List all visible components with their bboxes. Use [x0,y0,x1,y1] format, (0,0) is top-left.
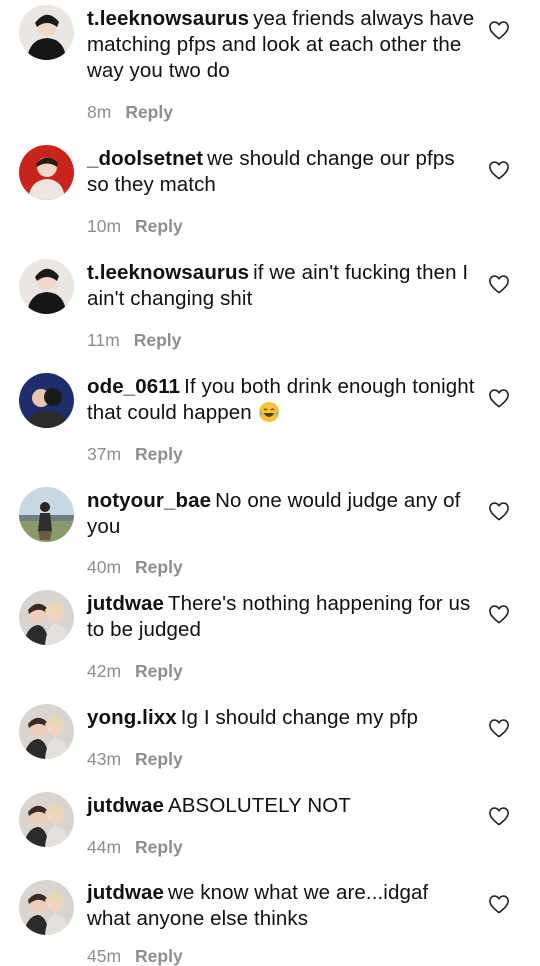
comment-username[interactable]: jutdwae [87,881,164,904]
reply-button[interactable]: Reply [125,102,173,122]
comment-meta: 43m Reply [87,749,183,769]
comment-text-block: t.leeknowsaurus if we ain't fucking then … [87,260,475,312]
comment-text-block: jutdwae There's nothing happening for us … [87,591,475,643]
heart-outline-icon[interactable] [488,20,510,40]
heart-outline-icon[interactable] [488,806,510,826]
reply-button[interactable]: Reply [135,661,183,681]
comment-username[interactable]: ode_0611 [87,375,180,398]
comment-time: 40m [87,557,122,577]
reply-button[interactable]: Reply [134,330,182,350]
comment-username[interactable]: yong.lixx [87,706,177,729]
comment-time: 8m [87,102,112,122]
reply-button[interactable]: Reply [135,837,183,857]
comment-username[interactable]: t.leeknowsaurus [87,261,249,284]
avatar[interactable] [19,704,74,759]
heart-outline-icon[interactable] [488,894,510,914]
comment-username[interactable]: _doolsetnet [87,147,203,170]
comment-time: 44m [87,837,122,857]
comment-text-block: jutdwae ABSOLUTELY NOT [87,793,475,819]
comment-text-block: t.leeknowsaurus yea friends always have m… [87,6,475,84]
comment-username[interactable]: jutdwae [87,592,164,615]
heart-outline-icon[interactable] [488,274,510,294]
comment-text-block: yong.lixx Ig I should change my pfp [87,705,475,731]
comment-meta: 37m Reply [87,444,183,464]
comment-text-block: ode_0611 If you both drink enough tonight… [87,374,475,426]
comment-time: 10m [87,216,122,236]
reply-button[interactable]: Reply [135,444,183,464]
comment-meta: 42m Reply [87,661,183,681]
comment-time: 37m [87,444,122,464]
comment-username[interactable]: jutdwae [87,794,164,817]
comment-meta: 45m Reply [87,946,183,966]
comment-meta: 11m Reply [87,330,181,350]
heart-outline-icon[interactable] [488,388,510,408]
comment-time: 43m [87,749,122,769]
comment-text-block: jutdwae we know what we are...idgaf what … [87,880,475,932]
reply-button[interactable]: Reply [135,749,183,769]
avatar[interactable] [19,880,74,935]
comment-meta: 40m Reply [87,557,183,577]
comment-time: 42m [87,661,122,681]
comment-meta: 44m Reply [87,837,183,857]
heart-outline-icon[interactable] [488,604,510,624]
laughing-tears-emoji [258,401,280,423]
comment-username[interactable]: notyour_bae [87,489,211,512]
comment-time: 11m [87,330,120,350]
comment-username[interactable]: t.leeknowsaurus [87,7,249,30]
avatar[interactable] [19,259,74,314]
reply-button[interactable]: Reply [135,946,183,966]
comment-body: ABSOLUTELY NOT [168,794,351,817]
avatar[interactable] [19,487,74,542]
reply-button[interactable]: Reply [135,557,183,577]
reply-button[interactable]: Reply [135,216,183,236]
avatar[interactable] [19,792,74,847]
comment-time: 45m [87,946,122,966]
comment-meta: 10m Reply [87,216,183,236]
avatar[interactable] [19,5,74,60]
avatar[interactable] [19,373,74,428]
comment-text-block: _doolsetnet we should change our pfps so … [87,146,475,198]
heart-outline-icon[interactable] [488,501,510,521]
avatar[interactable] [19,590,74,645]
avatar[interactable] [19,145,74,200]
heart-outline-icon[interactable] [488,160,510,180]
comment-text-block: notyour_bae No one would judge any of you [87,488,475,540]
heart-outline-icon[interactable] [488,718,510,738]
comment-meta: 8m Reply [87,102,173,122]
comment-body: Ig I should change my pfp [180,706,419,729]
